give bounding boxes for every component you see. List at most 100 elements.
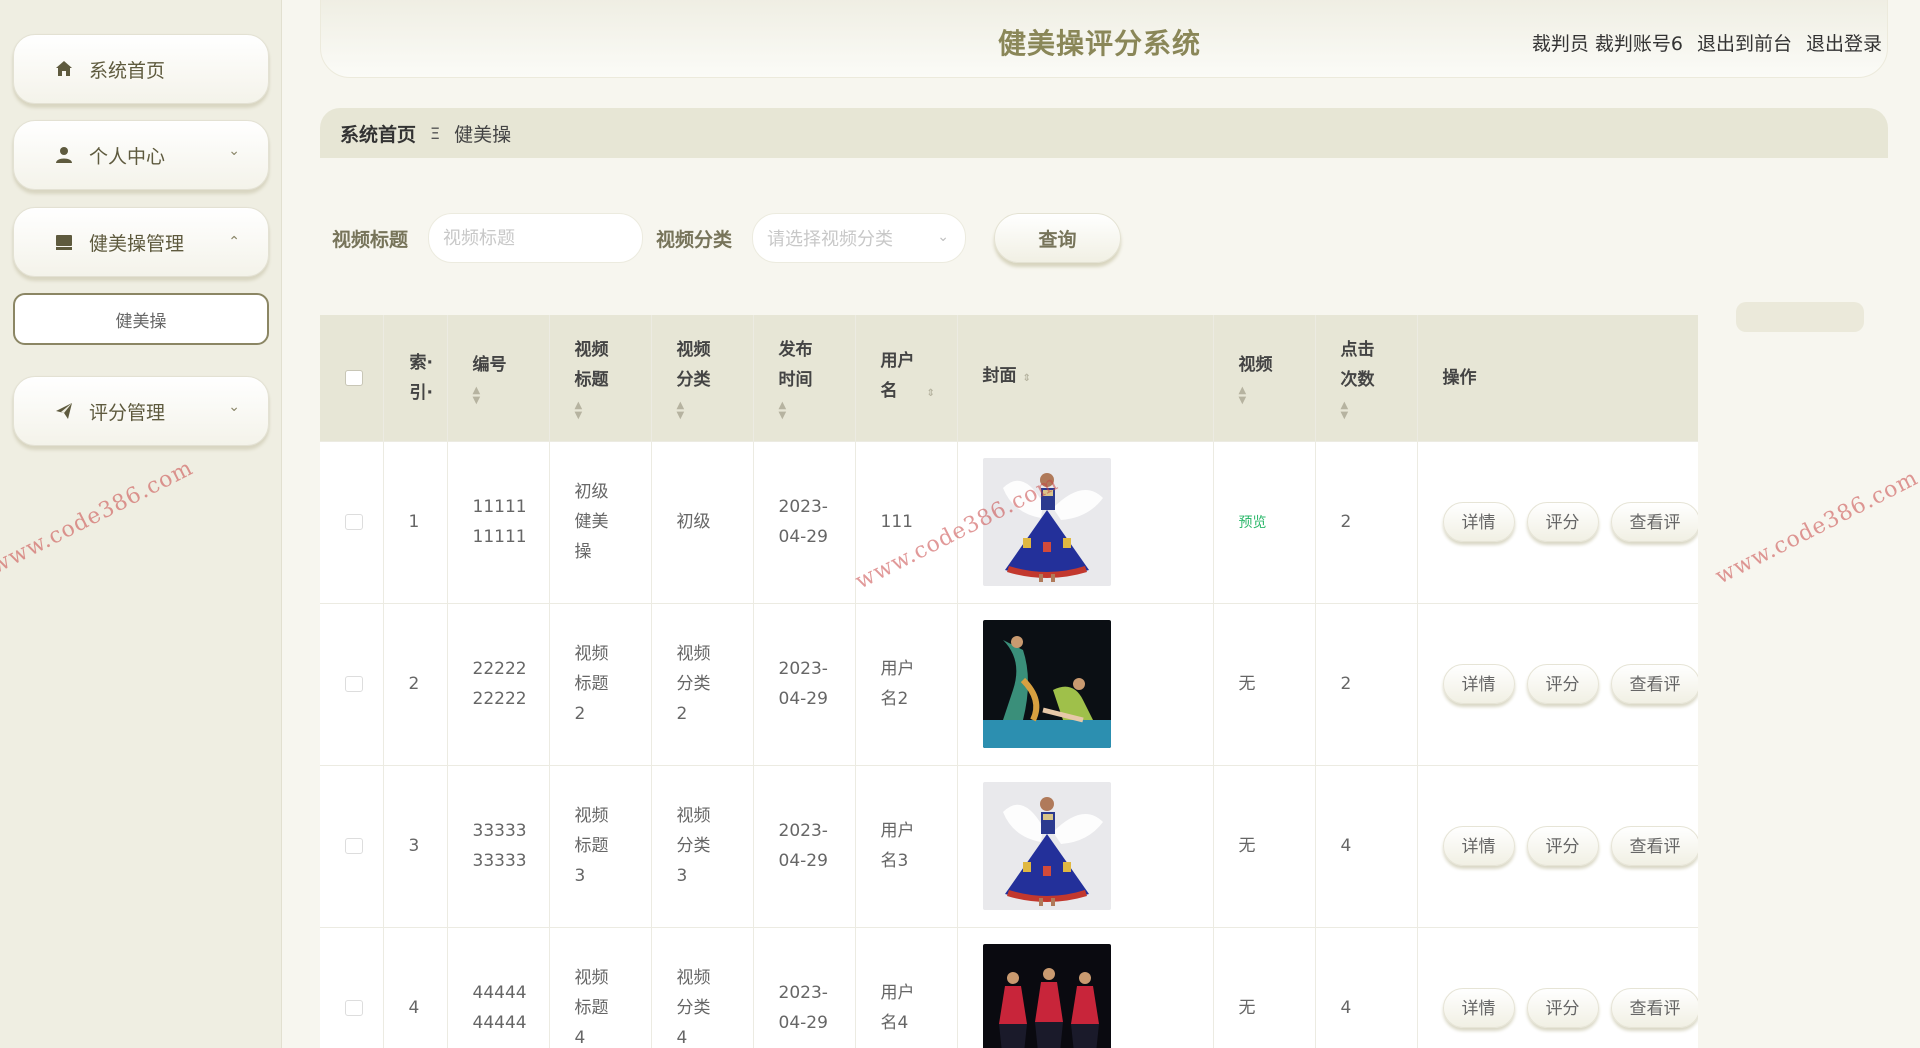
cover-image[interactable] xyxy=(982,944,1111,1048)
cell-clicks: 4 xyxy=(1315,765,1418,928)
select-all-checkbox[interactable] xyxy=(345,369,363,386)
header-cover-label: 封面 xyxy=(982,366,1017,387)
cell-number-text: 33333 33333 xyxy=(472,821,527,871)
score-button[interactable]: 评分 xyxy=(1526,988,1599,1028)
breadcrumb-home[interactable]: 系统首页 xyxy=(340,120,416,147)
data-table: 索·引· 编号 ▲ ▼ 视频标题 ▲ ▼ 视频分类 ▲ ▼ 发布时间 ▲ ▼ 用户名 ⇕ 封面 ⇕ … xyxy=(320,315,1698,1048)
header-select-all xyxy=(320,315,384,442)
sidebar-item-label: 健美操管理 xyxy=(89,232,185,255)
view-score-button[interactable]: 查看评 xyxy=(1610,664,1698,704)
watermark: www.code386.com xyxy=(1711,465,1920,590)
breadcrumb: 系统首页 Ξ 健美操 xyxy=(320,108,1888,158)
category-select[interactable]: 请选择视频分类 ⌄ xyxy=(752,213,966,263)
cell-index: 2 xyxy=(383,603,448,766)
sidebar-subitem-aerobics[interactable]: 健美操 xyxy=(13,293,269,345)
detail-button[interactable]: 详情 xyxy=(1442,664,1515,704)
category-search-label: 视频分类 xyxy=(656,229,733,251)
table-row: 3 33333 33333 视频 标题3 视频 分类3 2023- 04-29 … xyxy=(320,765,1698,928)
cell-category: 初级 xyxy=(651,441,754,604)
sort-icon: ▲ ▼ xyxy=(676,399,685,421)
sort-icon: ⇕ xyxy=(926,388,935,400)
row-checkbox[interactable] xyxy=(345,514,363,530)
sidebar-item-home[interactable]: 系统首页 xyxy=(13,34,269,104)
score-button[interactable]: 评分 xyxy=(1526,826,1599,866)
sidebar-item-aerobics-mgmt[interactable]: 健美操管理 ⌃ xyxy=(13,207,269,277)
cell-time-text: 2023- 04-29 xyxy=(778,983,828,1033)
cover-image[interactable] xyxy=(982,620,1111,748)
query-button[interactable]: 查询 xyxy=(994,213,1121,263)
row-checkbox[interactable] xyxy=(345,676,363,692)
cell-category: 视频 分类3 xyxy=(651,765,754,928)
sidebar-subitem-label: 健美操 xyxy=(115,311,167,332)
header-username[interactable]: 用户名 ⇕ xyxy=(855,315,958,442)
header-number[interactable]: 编号 ▲ ▼ xyxy=(447,315,550,442)
detail-button[interactable]: 详情 xyxy=(1442,502,1515,542)
cell-cover xyxy=(957,927,1214,1048)
header-clicks-label: 点击次数 xyxy=(1340,339,1375,390)
chevron-down-icon: ⌄ xyxy=(228,143,240,159)
cell-category: 视频 分类2 xyxy=(651,603,754,766)
header-title[interactable]: 视频标题 ▲ ▼ xyxy=(549,315,652,442)
header-video[interactable]: 视频 ▲ ▼ xyxy=(1213,315,1316,442)
cell-actions: 详情 评分 查看评 xyxy=(1417,765,1698,928)
cell-category-text: 视频 分类2 xyxy=(676,644,711,724)
row-select-cell xyxy=(320,927,384,1048)
sidebar-item-personal[interactable]: 个人中心 ⌄ xyxy=(13,120,269,190)
cell-title: 初级 健美 操 xyxy=(549,441,652,604)
cell-publish-time: 2023- 04-29 xyxy=(753,927,856,1048)
role-text: 裁判员 xyxy=(1531,33,1589,55)
cell-number: 33333 33333 xyxy=(447,765,550,928)
sidebar-item-label: 评分管理 xyxy=(89,401,166,424)
sort-icon: ▲ ▼ xyxy=(778,399,787,421)
title-search-input[interactable] xyxy=(428,213,643,263)
sort-icon: ▲ ▼ xyxy=(472,384,481,406)
cell-publish-time: 2023- 04-29 xyxy=(753,765,856,928)
user-icon xyxy=(54,145,74,165)
cell-number: 44444 44444 xyxy=(447,927,550,1048)
video-preview-link[interactable]: 预览 xyxy=(1239,515,1267,531)
header-clicks[interactable]: 点击次数 ▲ ▼ xyxy=(1315,315,1418,442)
watermark: www.code386.com xyxy=(0,455,198,580)
cell-cover xyxy=(957,603,1214,766)
detail-button[interactable]: 详情 xyxy=(1442,988,1515,1028)
cell-username-text: 用户 名2 xyxy=(880,659,915,709)
cell-video: 预览 xyxy=(1213,441,1316,604)
toolbar-placeholder xyxy=(1736,302,1864,332)
cell-category-text: 视频 分类4 xyxy=(676,968,711,1048)
cell-actions: 详情 评分 查看评 xyxy=(1417,603,1698,766)
table-row: 4 44444 44444 视频 标题4 视频 分类4 2023- 04-29 … xyxy=(320,927,1698,1048)
table-row: 1 11111 11111 初级 健美 操 初级 2023- 04-29 111 xyxy=(320,441,1698,604)
view-score-button[interactable]: 查看评 xyxy=(1610,502,1698,542)
cell-number-text: 44444 44444 xyxy=(472,983,527,1033)
cell-title: 视频 标题2 xyxy=(549,603,652,766)
cell-clicks: 2 xyxy=(1315,603,1418,766)
row-select-cell xyxy=(320,441,384,604)
exit-to-front-link[interactable]: 退出到前台 xyxy=(1697,29,1792,56)
header-index-label: 索·引· xyxy=(409,352,433,403)
row-checkbox[interactable] xyxy=(345,1000,363,1016)
cover-image[interactable] xyxy=(982,458,1111,586)
header-index: 索·引· xyxy=(383,315,448,442)
header-publish-time[interactable]: 发布时间 ▲ ▼ xyxy=(753,315,856,442)
title-search-label: 视频标题 xyxy=(332,229,409,251)
cell-username: 用户 名3 xyxy=(855,765,958,928)
sort-icon: ▲ ▼ xyxy=(1340,399,1349,421)
user-role: 裁判员 裁判账号6 xyxy=(1532,29,1683,56)
cell-clicks: 2 xyxy=(1315,441,1418,604)
score-button[interactable]: 评分 xyxy=(1526,502,1599,542)
cover-image[interactable] xyxy=(982,782,1111,910)
cell-title: 视频 标题3 xyxy=(549,765,652,928)
send-icon xyxy=(54,401,74,421)
score-button[interactable]: 评分 xyxy=(1526,664,1599,704)
view-score-button[interactable]: 查看评 xyxy=(1610,988,1698,1028)
sidebar-item-scoring[interactable]: 评分管理 ⌄ xyxy=(13,376,269,446)
row-checkbox[interactable] xyxy=(345,838,363,854)
sidebar-item-label: 系统首页 xyxy=(89,59,166,82)
logout-link[interactable]: 退出登录 xyxy=(1806,29,1882,56)
view-score-button[interactable]: 查看评 xyxy=(1610,826,1698,866)
header-cover[interactable]: 封面 ⇕ xyxy=(957,315,1214,442)
cell-publish-time: 2023- 04-29 xyxy=(753,441,856,604)
header-category[interactable]: 视频分类 ▲ ▼ xyxy=(651,315,754,442)
cell-time-text: 2023- 04-29 xyxy=(778,821,828,871)
detail-button[interactable]: 详情 xyxy=(1442,826,1515,866)
